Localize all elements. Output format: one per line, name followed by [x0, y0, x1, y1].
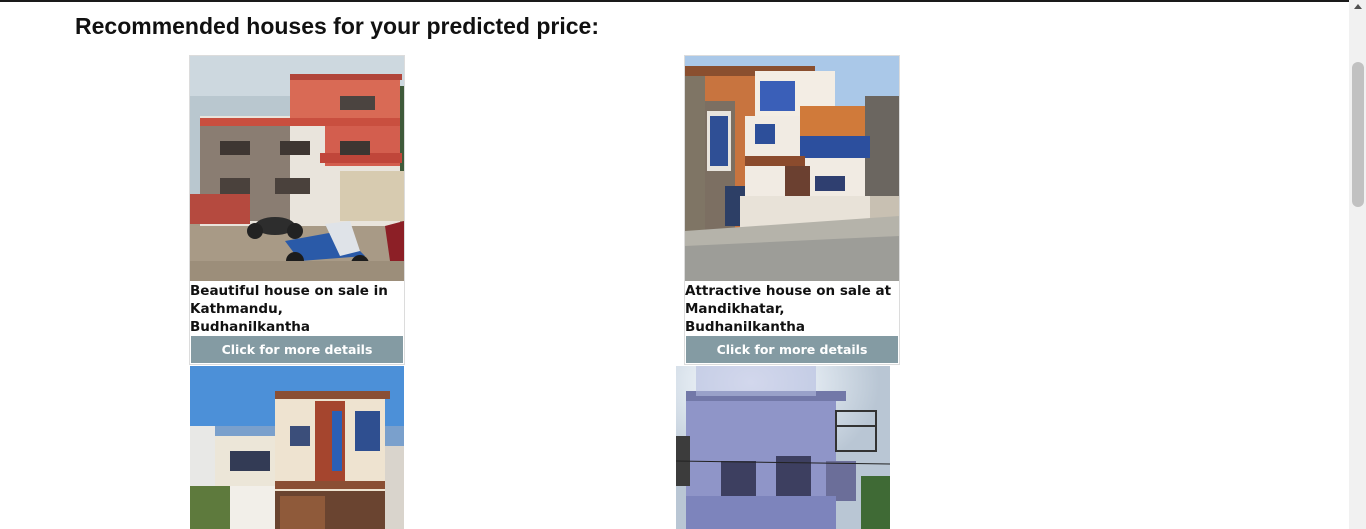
scroll-up-arrow-icon[interactable]: [1354, 4, 1362, 9]
house-title: Attractive house on sale at Mandikhatar,…: [685, 283, 892, 335]
house-card: [190, 366, 404, 529]
house-photo[interactable]: [685, 56, 899, 281]
more-details-button[interactable]: Click for more details: [686, 336, 898, 363]
top-divider: [0, 0, 1349, 2]
house-photo[interactable]: [190, 56, 404, 281]
vertical-scrollbar[interactable]: [1349, 0, 1366, 529]
more-details-button[interactable]: Click for more details: [191, 336, 403, 363]
house-photo[interactable]: [190, 366, 404, 529]
page-title: Recommended houses for your predicted pr…: [75, 13, 600, 39]
house-title: Beautiful house on sale in Kathmandu, Bu…: [190, 283, 388, 335]
house-card: Beautiful house on sale in Kathmandu, Bu…: [189, 55, 405, 365]
house-card: Attractive house on sale at Mandikhatar,…: [684, 55, 900, 365]
scrollbar-thumb[interactable]: [1352, 62, 1364, 207]
house-photo[interactable]: [676, 366, 890, 529]
house-card: [676, 366, 890, 529]
